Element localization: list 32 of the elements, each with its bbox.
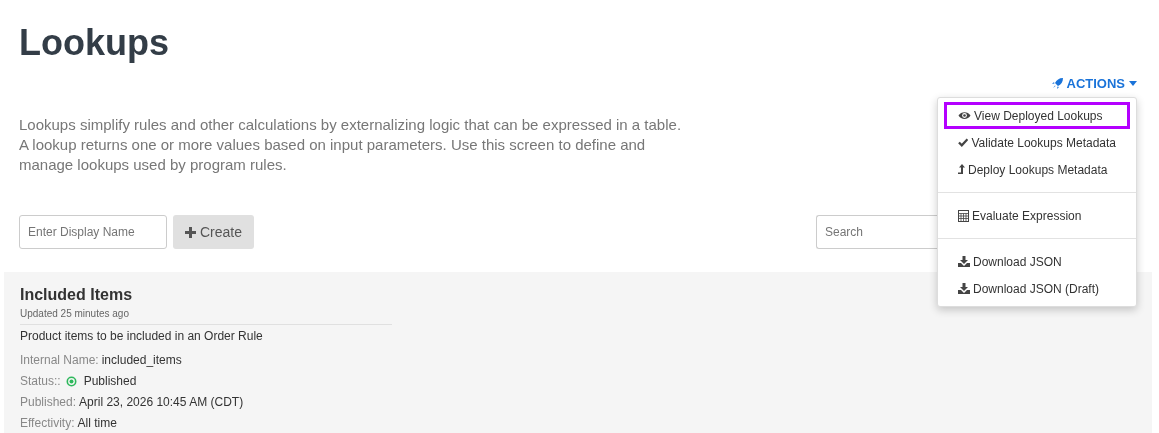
menu-item[interactable]: Download JSON bbox=[938, 248, 1136, 275]
field-label: Effectivity: bbox=[20, 416, 75, 430]
menu-item[interactable]: Deploy Lookups Metadata bbox=[938, 156, 1136, 183]
field-value: April 23, 2026 10:45 AM (CDT) bbox=[79, 395, 244, 409]
lookup-description: Product items to be included in an Order Rule bbox=[20, 329, 264, 343]
calculator-icon bbox=[958, 209, 969, 222]
field-label: Status:: bbox=[20, 374, 61, 388]
download-icon bbox=[958, 283, 970, 294]
menu-item[interactable]: View Deployed Lookups bbox=[944, 102, 1130, 129]
field-value: All time bbox=[77, 416, 117, 430]
eye-icon bbox=[958, 111, 971, 120]
create-button[interactable]: Create bbox=[173, 215, 255, 249]
page-title: Lookups bbox=[18, 21, 170, 65]
plus-icon bbox=[185, 226, 196, 238]
caret-icon bbox=[1129, 81, 1137, 86]
menu-item[interactable]: Validate Lookups Metadata bbox=[938, 129, 1136, 156]
description-line: manage lookups used by program rules. bbox=[19, 155, 287, 175]
menu-item[interactable]: Download JSON (Draft) bbox=[938, 275, 1136, 302]
actions-button[interactable]: ACTIONS bbox=[1051, 76, 1137, 91]
check-icon bbox=[958, 138, 969, 147]
display-name-field[interactable]: Enter Display Name bbox=[19, 215, 167, 249]
field-label: Published: bbox=[20, 395, 77, 409]
rocket-icon bbox=[1051, 78, 1063, 89]
description-line: A lookup returns one or more values based on input parameters. Use this screen to define and bbox=[19, 135, 646, 155]
download-icon bbox=[958, 256, 970, 267]
field-label: Internal Name: bbox=[20, 353, 99, 367]
field-value: Published bbox=[83, 374, 137, 388]
field-value: included_items bbox=[101, 353, 182, 367]
updated-time: Updated 25 minutes ago bbox=[20, 308, 392, 325]
menu-item[interactable]: Evaluate Expression bbox=[938, 202, 1136, 229]
upload-arrow-icon bbox=[958, 164, 965, 175]
description-line: Lookups simplify rules and other calculations by externalizing logic that can be expressed in a table. bbox=[19, 115, 682, 135]
